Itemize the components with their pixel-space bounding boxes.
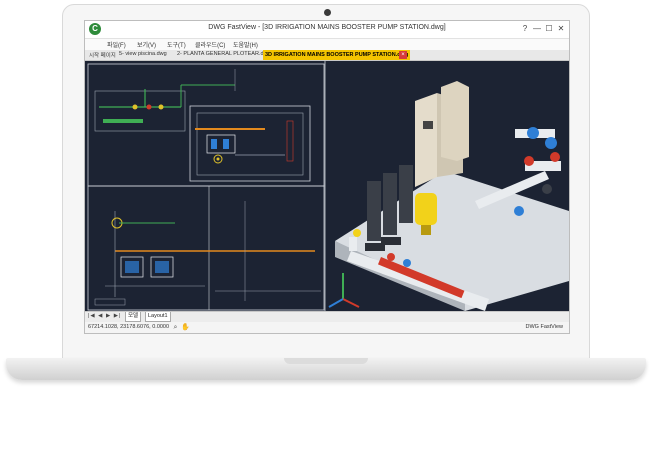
menu-cloud[interactable]: 클라우드(C) xyxy=(195,40,225,49)
tab-model[interactable]: 모델 xyxy=(125,312,142,322)
laptop-opening-notch xyxy=(284,358,368,364)
menu-view[interactable]: 보기(V) xyxy=(137,40,156,49)
drawing-canvas[interactable] xyxy=(85,61,569,311)
menu-help[interactable]: 도움말(H) xyxy=(233,40,258,49)
maximize-button[interactable]: ☐ xyxy=(543,23,555,35)
help-button[interactable]: ? xyxy=(519,23,531,35)
app-window: C DWG FastView - [3D IRRIGATION MAINS BO… xyxy=(84,20,570,334)
tab-start-page[interactable]: 시작 페이지 xyxy=(89,51,116,59)
layout-nav-arrows[interactable]: |◀ ◀ ▶ ▶| xyxy=(88,313,121,319)
magnifier-icon[interactable]: ⌕ xyxy=(171,323,180,332)
status-brand: DWG FastView xyxy=(525,324,564,330)
tab-booster-pump-station[interactable]: 3D IRRIGATION MAINS BOOSTER PUMP STATION… xyxy=(263,50,411,60)
layout-tab-bar: |◀ ◀ ▶ ▶| 모델 Layout1 xyxy=(85,311,569,322)
cad-drawing xyxy=(85,61,569,311)
window-title: DWG FastView - [3D IRRIGATION MAINS BOOS… xyxy=(208,24,446,31)
title-bar: C DWG FastView - [3D IRRIGATION MAINS BO… xyxy=(85,21,569,39)
menu-file[interactable]: 파일(F) xyxy=(107,40,126,49)
menu-bar: 파일(F) 보기(V) 도구(T) 클라우드(C) 도움말(H) xyxy=(85,39,569,50)
webcam-icon xyxy=(324,9,331,16)
close-button[interactable]: ✕ xyxy=(555,23,567,35)
menu-tools[interactable]: 도구(T) xyxy=(167,40,186,49)
tab-planta-general[interactable]: 2- PLANTA GENERAL PLOTEAR.dwg xyxy=(177,51,271,57)
tab-layout1[interactable]: Layout1 xyxy=(145,312,171,322)
tab-view-piscina[interactable]: 5- view piscina.dwg xyxy=(119,51,167,57)
status-bar: 67214.1028, 23178.6076, 0.0000 ⌕ ✋ DWG F… xyxy=(85,322,569,333)
document-tab-bar: 시작 페이지 5- view piscina.dwg 2- PLANTA GEN… xyxy=(85,50,569,61)
minimize-button[interactable]: — xyxy=(531,23,543,35)
cursor-coordinates: 67214.1028, 23178.6076, 0.0000 xyxy=(88,324,170,330)
hand-icon[interactable]: ✋ xyxy=(181,323,190,332)
tab-close-icon[interactable]: × xyxy=(399,51,407,59)
